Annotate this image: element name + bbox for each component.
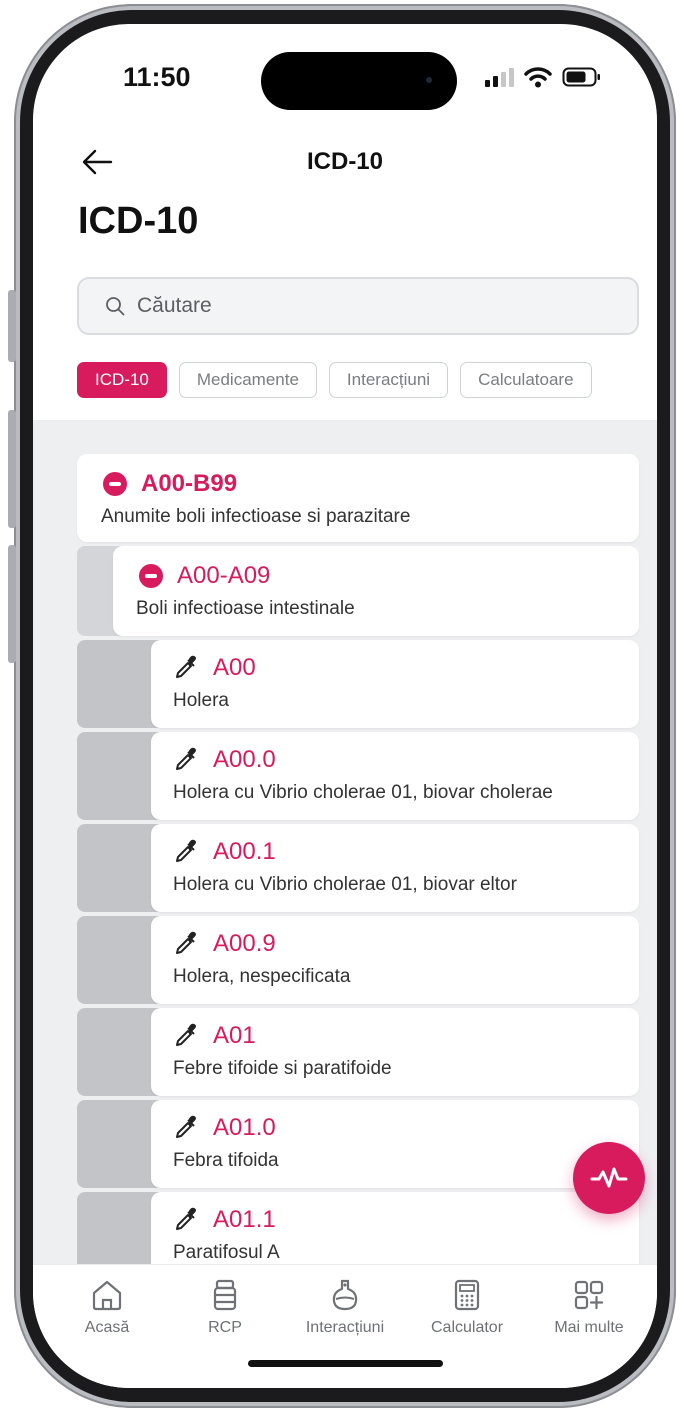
tree-node-item[interactable]: A00.1 Holera cu Vibrio cholerae 01, biov… <box>151 824 639 912</box>
dropper-icon <box>176 747 196 770</box>
tab-label: Calculator <box>430 1319 504 1336</box>
node-description: Holera <box>173 690 229 711</box>
node-code: A00.1 <box>213 838 276 865</box>
tab-label: Acasă <box>84 1319 130 1336</box>
dropper-icon <box>176 655 196 678</box>
node-code: A00.9 <box>213 930 276 957</box>
tree-node-item[interactable]: A00 Holera <box>151 640 639 728</box>
pulse-fab-button[interactable] <box>573 1142 645 1214</box>
search-icon <box>106 297 125 316</box>
node-description: Boli infectioase intestinale <box>136 598 355 619</box>
tree-indent-guide <box>77 916 159 1004</box>
tab-acasa[interactable]: Acasă <box>47 1279 167 1337</box>
tab-rcp[interactable]: RCP <box>165 1279 285 1337</box>
pill-bottle-icon <box>213 1279 237 1311</box>
chip-icd10[interactable]: ICD-10 <box>77 362 167 398</box>
dropper-icon <box>176 1207 196 1230</box>
bottom-tab-bar: Acasă RCP Interacțiuni Calculator Mai mu… <box>33 1264 657 1388</box>
grid-plus-icon <box>574 1280 604 1310</box>
pulse-icon <box>590 1167 628 1188</box>
tree-indent-guide <box>77 1008 159 1096</box>
dropper-icon <box>176 839 196 862</box>
wifi-icon <box>524 67 552 88</box>
icd-tree-list: A00-B99 Anumite boli infectioase si para… <box>33 420 657 1290</box>
dynamic-island <box>261 52 457 110</box>
search-input[interactable] <box>137 294 617 318</box>
page-title: ICD-10 <box>78 200 199 242</box>
battery-icon <box>562 67 600 87</box>
collapse-icon[interactable] <box>139 564 163 588</box>
tab-label: RCP <box>208 1319 242 1336</box>
node-description: Holera cu Vibrio cholerae 01, biovar elt… <box>173 874 517 895</box>
status-icons <box>485 64 602 90</box>
signal-icon <box>485 67 514 87</box>
node-code: A00.0 <box>213 746 276 773</box>
chip-interactiuni[interactable]: Interacțiuni <box>328 362 449 398</box>
tree-node-item[interactable]: A01.0 Febra tifoida <box>151 1100 639 1188</box>
collapse-icon[interactable] <box>103 472 127 496</box>
dropper-icon <box>176 1115 196 1138</box>
tree-node-item[interactable]: A00.0 Holera cu Vibrio cholerae 01, biov… <box>151 732 639 820</box>
flask-icon <box>332 1279 358 1311</box>
node-description: Holera, nespecificata <box>173 966 351 987</box>
node-code: A00 <box>213 654 256 681</box>
phone-side-button <box>8 410 16 528</box>
home-indicator[interactable] <box>248 1360 443 1367</box>
phone-side-button <box>8 545 16 663</box>
node-code: A00-B99 <box>141 470 238 497</box>
chip-calculatoare[interactable]: Calculatoare <box>460 362 592 398</box>
tab-interactiuni[interactable]: Interacțiuni <box>285 1279 405 1337</box>
node-description: Holera cu Vibrio cholerae 01, biovar cho… <box>173 782 553 803</box>
node-description: Febre tifoide si paratifoide <box>173 1058 392 1079</box>
dropper-icon <box>176 931 196 954</box>
tree-indent-guide <box>77 732 159 820</box>
tab-calculator[interactable]: Calculator <box>407 1279 527 1337</box>
filter-chips: ICD-10 Medicamente Interacțiuni Calculat… <box>77 362 592 398</box>
node-description: Febra tifoida <box>173 1150 279 1171</box>
tab-mai-multe[interactable]: Mai multe <box>529 1279 649 1337</box>
node-code: A01 <box>213 1022 256 1049</box>
phone-side-button <box>8 290 16 362</box>
node-code: A01.0 <box>213 1114 276 1141</box>
tree-node-item[interactable]: A01 Febre tifoide si paratifoide <box>151 1008 639 1096</box>
dropper-icon <box>176 1023 196 1046</box>
home-icon <box>92 1280 122 1311</box>
tab-label: Interacțiuni <box>305 1319 385 1336</box>
tree-indent-guide <box>77 824 159 912</box>
node-code: A01.1 <box>213 1206 276 1233</box>
node-description: Anumite boli infectioase si parazitare <box>101 506 411 527</box>
tab-label: Mai multe <box>554 1319 624 1336</box>
tree-node-item[interactable]: A00.9 Holera, nespecificata <box>151 916 639 1004</box>
tree-node-block[interactable]: A00-A09 Boli infectioase intestinale <box>113 546 639 636</box>
search-bar[interactable] <box>77 277 639 335</box>
chip-medicamente[interactable]: Medicamente <box>178 362 317 398</box>
status-time: 11:50 <box>123 62 191 92</box>
nav-title: ICD-10 <box>306 148 384 175</box>
node-description: Paratifosul A <box>173 1242 280 1263</box>
app-screen: 11:50 ICD-10 ICD-10 ICD-10 Medicamente <box>33 24 657 1388</box>
tree-node-chapter[interactable]: A00-B99 Anumite boli infectioase si para… <box>77 454 639 542</box>
tree-indent-guide <box>77 1100 159 1188</box>
tree-indent-guide <box>77 640 159 728</box>
calculator-icon <box>454 1279 480 1311</box>
node-code: A00-A09 <box>177 562 271 589</box>
